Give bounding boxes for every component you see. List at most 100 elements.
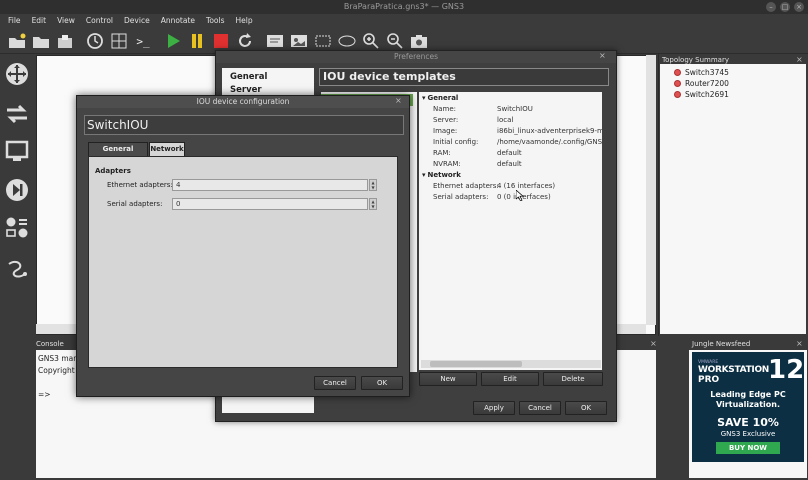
security-devices-icon[interactable] xyxy=(4,177,30,203)
section-general[interactable]: ▾ General xyxy=(422,94,458,102)
advertisement-banner[interactable]: VMWARE WORKSTATION PRO 12 Leading Edge P… xyxy=(692,352,804,462)
reload-icon[interactable] xyxy=(236,32,254,50)
device-dock xyxy=(0,55,34,335)
start-icon[interactable] xyxy=(164,32,182,50)
serial-adapters-label: Serial adapters: xyxy=(107,200,163,208)
preferences-title: Preferences xyxy=(216,51,616,63)
maximize-icon[interactable]: □ xyxy=(780,2,790,12)
detail-key: RAM: xyxy=(433,149,451,157)
console-icon[interactable]: >_ xyxy=(134,32,152,50)
ok-button[interactable]: OK xyxy=(565,401,607,415)
detail-key: Image: xyxy=(433,127,458,135)
end-devices-icon[interactable] xyxy=(4,139,30,165)
all-devices-icon[interactable] xyxy=(4,215,30,241)
ok-button[interactable]: OK xyxy=(361,376,403,390)
routers-icon[interactable] xyxy=(4,61,30,87)
topology-summary-list: Switch3745 Router7200 Switch2691 xyxy=(660,64,806,334)
menu-device[interactable]: Device xyxy=(124,14,150,28)
open-project-icon[interactable] xyxy=(32,32,50,50)
ad-subtitle: GNS3 Exclusive xyxy=(720,430,776,438)
detail-value: SwitchIOU xyxy=(497,105,533,113)
window-controls: – □ × xyxy=(766,2,804,12)
camera-icon[interactable] xyxy=(410,32,428,50)
snapshot-clock-icon[interactable] xyxy=(86,32,104,50)
scrollbar-thumb[interactable] xyxy=(430,361,522,367)
list-item[interactable]: Switch3745 xyxy=(674,68,729,77)
ad-offer: SAVE 10% xyxy=(717,416,779,429)
draw-rectangle-icon[interactable] xyxy=(314,32,332,50)
detail-key: Initial config: xyxy=(433,138,479,146)
ad-edition: PRO xyxy=(698,375,720,385)
save-project-icon[interactable] xyxy=(56,32,74,50)
detail-key: Ethernet adapters: xyxy=(433,182,499,190)
detail-value: i86bi_linux-adventerprisek9-m-15 xyxy=(497,127,602,135)
stepper-arrows-icon[interactable]: ▲ ▼ xyxy=(369,179,377,191)
draw-ellipse-icon[interactable] xyxy=(338,32,356,50)
menu-bar: File Edit View Control Device Annotate T… xyxy=(0,14,808,28)
detail-key: NVRAM: xyxy=(433,160,461,168)
cancel-button[interactable]: Cancel xyxy=(519,401,561,415)
insert-image-icon[interactable] xyxy=(290,32,308,50)
list-item[interactable]: Switch2691 xyxy=(674,90,729,99)
delete-button[interactable]: Delete xyxy=(543,372,603,386)
ethernet-adapters-spinbox[interactable]: 4 xyxy=(172,179,368,191)
close-icon[interactable]: × xyxy=(650,339,657,348)
template-details: ▾ General Name: SwitchIOU Server: local I… xyxy=(419,92,602,370)
zoom-in-icon[interactable] xyxy=(362,32,380,50)
close-icon[interactable]: × xyxy=(599,51,606,60)
stopped-status-icon xyxy=(674,80,681,87)
collapse-arrow-icon[interactable]: ▾ xyxy=(422,171,426,179)
menu-edit[interactable]: Edit xyxy=(32,14,47,28)
apply-button[interactable]: Apply xyxy=(473,401,515,415)
iou-dialog-title: IOU device configuration xyxy=(77,96,409,108)
close-icon[interactable]: × xyxy=(395,96,402,105)
menu-tools[interactable]: Tools xyxy=(206,14,224,28)
ad-buy-now-button[interactable]: BUY NOW xyxy=(716,442,780,454)
mouse-cursor-icon xyxy=(515,189,524,203)
detail-key: Serial adapters: xyxy=(433,193,489,201)
zoom-out-icon[interactable] xyxy=(386,32,404,50)
add-note-icon[interactable] xyxy=(266,32,284,50)
nav-item-general[interactable]: General xyxy=(230,72,267,82)
close-icon[interactable]: × xyxy=(796,339,803,348)
ad-version: 12 xyxy=(768,355,805,385)
collapse-arrow-icon[interactable]: ▾ xyxy=(422,94,426,102)
screenshot-grid-icon[interactable] xyxy=(110,32,128,50)
detail-key: Server: xyxy=(433,116,459,124)
menu-file[interactable]: File xyxy=(8,14,21,28)
serial-adapters-spinbox[interactable]: 0 xyxy=(172,198,368,210)
edit-button[interactable]: Edit xyxy=(481,372,539,386)
pause-icon[interactable] xyxy=(188,32,206,50)
section-network[interactable]: ▾ Network xyxy=(422,171,461,179)
device-name: Switch2691 xyxy=(685,90,729,99)
stop-icon[interactable] xyxy=(212,32,230,50)
minimize-icon[interactable]: – xyxy=(766,2,776,12)
menu-help[interactable]: Help xyxy=(236,14,253,28)
switches-icon[interactable] xyxy=(4,101,30,127)
device-name: Router7200 xyxy=(685,79,729,88)
tab-network[interactable]: Network xyxy=(149,142,185,156)
menu-annotate[interactable]: Annotate xyxy=(161,14,195,28)
stopped-status-icon xyxy=(674,69,681,76)
detail-value: default xyxy=(497,149,522,157)
menu-control[interactable]: Control xyxy=(86,14,113,28)
list-item[interactable]: Router7200 xyxy=(674,79,729,88)
stepper-arrows-icon[interactable]: ▲ ▼ xyxy=(369,198,377,210)
cancel-button[interactable]: Cancel xyxy=(314,376,356,390)
device-name: Switch3745 xyxy=(685,68,729,77)
detail-value: /home/vaamonde/.config/GNS3/ xyxy=(497,138,602,146)
close-icon[interactable]: × xyxy=(796,55,803,64)
tab-general-settings[interactable]: General settings xyxy=(88,142,148,166)
newsfeed-title: Jungle Newsfeed xyxy=(692,340,751,348)
close-icon[interactable]: × xyxy=(794,2,804,12)
new-project-icon[interactable] xyxy=(8,32,26,50)
nav-item-server[interactable]: Server xyxy=(230,85,262,95)
detail-value: 4 (16 interfaces) xyxy=(497,182,556,190)
console-title: Console xyxy=(36,340,64,348)
ad-headline: Leading Edge PC Virtualization. xyxy=(710,390,786,409)
menu-view[interactable]: View xyxy=(57,14,75,28)
adapters-group-title: Adapters xyxy=(95,167,131,175)
add-link-icon[interactable] xyxy=(4,255,30,281)
new-button[interactable]: New xyxy=(419,372,477,386)
canvas-vertical-scrollbar[interactable] xyxy=(646,55,656,325)
